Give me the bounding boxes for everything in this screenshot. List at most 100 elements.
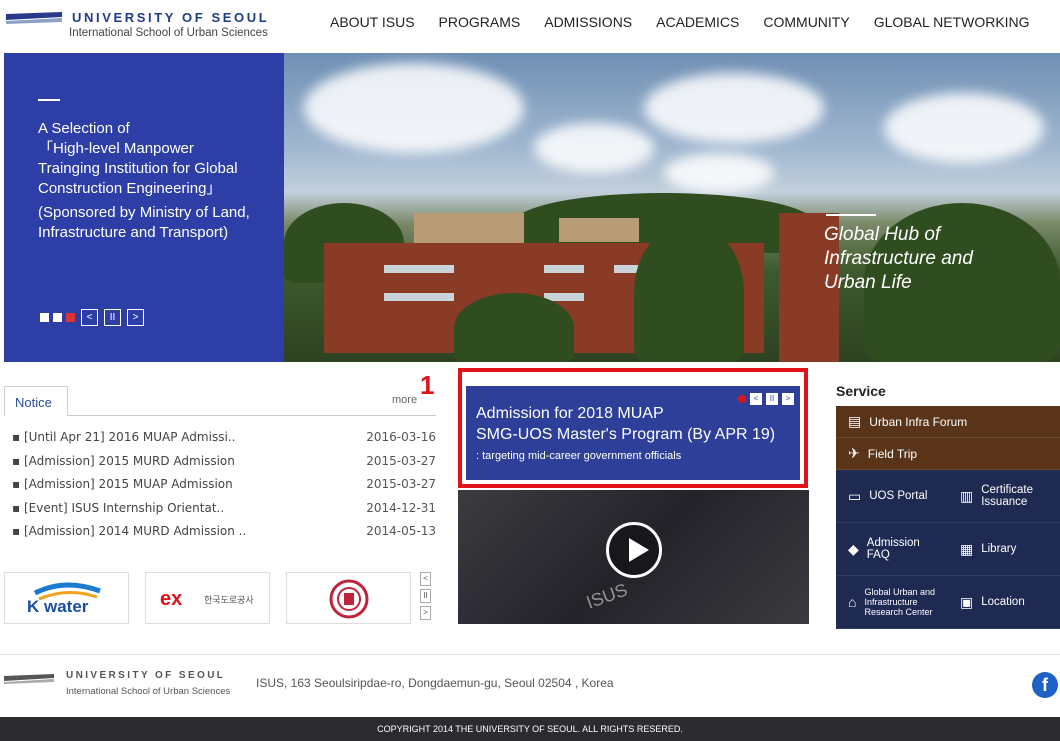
research-icon: ⌂ xyxy=(848,594,857,610)
slide-indicator[interactable] xyxy=(40,313,49,322)
partner-prev-button[interactable]: < xyxy=(420,572,431,586)
service-admission-faq[interactable]: ◆ Admission FAQ xyxy=(836,523,948,576)
portal-icon: ▭ xyxy=(848,488,862,504)
hero-slogan: Global Hub of Infrastructure and Urban L… xyxy=(824,223,973,295)
service-label: Field Trip xyxy=(867,446,918,461)
library-icon: ▦ xyxy=(960,541,974,557)
certificate-icon: ▥ xyxy=(960,488,974,504)
facebook-icon[interactable]: f xyxy=(1032,672,1058,698)
campus-photo xyxy=(284,53,1060,362)
building xyxy=(559,218,639,242)
window xyxy=(384,293,454,301)
admission-banner[interactable]: < II > Admission for 2018 MUAP SMG-UOS M… xyxy=(458,368,808,488)
header: UNIVERSITY OF SEOUL International School… xyxy=(0,0,1060,52)
hero-line: Infrastructure and Transport) xyxy=(38,224,229,241)
nav-admissions[interactable]: ADMISSIONS xyxy=(544,14,632,30)
cloud xyxy=(664,153,774,193)
cloud xyxy=(304,63,524,153)
notice-item[interactable]: ▪ [Admission] 2015 MURD Admission 2015-0… xyxy=(12,454,436,478)
notice-date: 2015-03-27 xyxy=(366,453,436,468)
callout-number: 1 xyxy=(420,370,435,400)
partner-pause-button[interactable]: II xyxy=(420,589,431,603)
hero-prev-button[interactable]: < xyxy=(81,309,98,326)
service-label: UOS Portal xyxy=(869,490,928,502)
tree xyxy=(454,293,574,362)
notice-more-link[interactable]: more xyxy=(392,394,417,406)
notice-item[interactable]: ▪ [Until Apr 21] 2016 MUAP Admissi.. 201… xyxy=(12,430,436,454)
notice-title: [Event] ISUS Internship Orientat.. xyxy=(23,500,225,515)
nav-community[interactable]: COMMUNITY xyxy=(763,14,849,30)
partner-seal-logo[interactable] xyxy=(286,572,411,624)
main-nav: ABOUT ISUS PROGRAMS ADMISSIONS ACADEMICS… xyxy=(330,14,1054,30)
footer-logo[interactable]: UNIVERSITY OF SEOUL International School… xyxy=(4,670,244,702)
banner-prev-button[interactable]: < xyxy=(750,393,762,405)
notice-item[interactable]: ▪ [Admission] 2015 MUAP Admission 2015-0… xyxy=(12,477,436,501)
notice-item[interactable]: ▪ [Admission] 2014 MURD Admission .. 201… xyxy=(12,524,436,548)
service-label: Library xyxy=(981,543,1017,555)
hero-pause-button[interactable]: II xyxy=(104,309,121,326)
banner-next-button[interactable]: > xyxy=(782,393,794,405)
service-label: Urban Infra Forum xyxy=(869,414,968,429)
faq-icon: ◆ xyxy=(848,541,859,557)
nav-academics[interactable]: ACADEMICS xyxy=(656,14,739,30)
university-logo[interactable]: UNIVERSITY OF SEOUL International School… xyxy=(6,8,306,44)
notice-item[interactable]: ▪ [Event] ISUS Internship Orientat.. 201… xyxy=(12,501,436,525)
hero-line: 「High-level Manpower xyxy=(38,140,194,157)
banner-pause-button[interactable]: II xyxy=(766,393,778,405)
logo-title: UNIVERSITY OF SEOUL xyxy=(72,10,270,25)
service-title: Service xyxy=(836,383,886,399)
partner-next-button[interactable]: > xyxy=(420,606,431,620)
building xyxy=(414,213,524,243)
tab-notice[interactable]: Notice xyxy=(4,386,68,416)
hero-right-line xyxy=(826,214,876,216)
service-urban-infra-forum[interactable]: ▤ Urban Infra Forum xyxy=(836,406,1060,438)
hero-slogan-line: Global Hub of xyxy=(824,224,941,245)
copyright-bar: COPYRIGHT 2014 THE UNIVERSITY OF SEOUL. … xyxy=(0,717,1060,741)
cloud xyxy=(884,93,1044,163)
nav-global-networking[interactable]: GLOBAL NETWORKING xyxy=(874,14,1030,30)
forum-icon: ▤ xyxy=(848,413,862,429)
nav-about-isus[interactable]: ABOUT ISUS xyxy=(330,14,415,30)
footer-divider xyxy=(0,654,1060,655)
window xyxy=(384,265,454,273)
service-label: Certificate Issuance xyxy=(981,484,1034,508)
promo-video[interactable]: ISUS xyxy=(458,490,809,624)
service-location[interactable]: ▣ Location xyxy=(948,576,1060,629)
notice-date: 2014-12-31 xyxy=(366,500,436,515)
service-panel: ▤ Urban Infra Forum ✈ Field Trip ▭ UOS P… xyxy=(836,406,1060,629)
service-certificate-issuance[interactable]: ▥ Certificate Issuance xyxy=(948,470,1060,523)
hero-next-button[interactable]: > xyxy=(127,309,144,326)
kwater-label: K water xyxy=(27,597,89,616)
video-label: ISUS xyxy=(583,579,630,613)
service-library[interactable]: ▦ Library xyxy=(948,523,1060,576)
hero-controls: < II > xyxy=(40,309,144,326)
slide-indicator-active[interactable] xyxy=(66,313,75,322)
banner-description: : targeting mid-career government offici… xyxy=(476,450,682,462)
hero-text-panel: A Selection of 「High-level Manpower Trai… xyxy=(4,53,284,362)
ex-label: 한국도로공사 xyxy=(204,595,254,605)
service-uos-portal[interactable]: ▭ UOS Portal xyxy=(836,470,948,523)
hero-slogan-line: Urban Life xyxy=(824,272,912,293)
tree xyxy=(634,223,744,362)
ex-logo-icon: ex xyxy=(160,589,182,609)
footer-swoosh-icon xyxy=(4,674,54,684)
hero-line: A Selection of xyxy=(38,120,130,137)
university-seal-icon xyxy=(329,579,369,619)
hero-dash xyxy=(38,99,60,101)
window xyxy=(544,265,584,273)
banner-indicator[interactable] xyxy=(738,395,746,403)
notice-date: 2014-05-13 xyxy=(366,524,436,538)
slide-indicator[interactable] xyxy=(53,313,62,322)
notice-title: [Admission] 2014 MURD Admission .. xyxy=(23,524,247,538)
hero-line: (Sponsored by Ministry of Land, xyxy=(38,204,250,221)
hero-slogan-line: Infrastructure and xyxy=(824,248,973,269)
cloud xyxy=(534,123,654,173)
partner-ex-logo[interactable]: ex 한국도로공사 xyxy=(145,572,270,624)
location-icon: ▣ xyxy=(960,594,974,610)
service-field-trip[interactable]: ✈ Field Trip xyxy=(836,438,1060,470)
play-icon[interactable] xyxy=(606,522,662,578)
svg-text:ex: ex xyxy=(160,589,182,609)
service-research-center[interactable]: ⌂ Global Urban and Infrastructure Resear… xyxy=(836,576,948,629)
partner-kwater-logo[interactable]: K water xyxy=(4,572,129,624)
nav-programs[interactable]: PROGRAMS xyxy=(439,14,521,30)
